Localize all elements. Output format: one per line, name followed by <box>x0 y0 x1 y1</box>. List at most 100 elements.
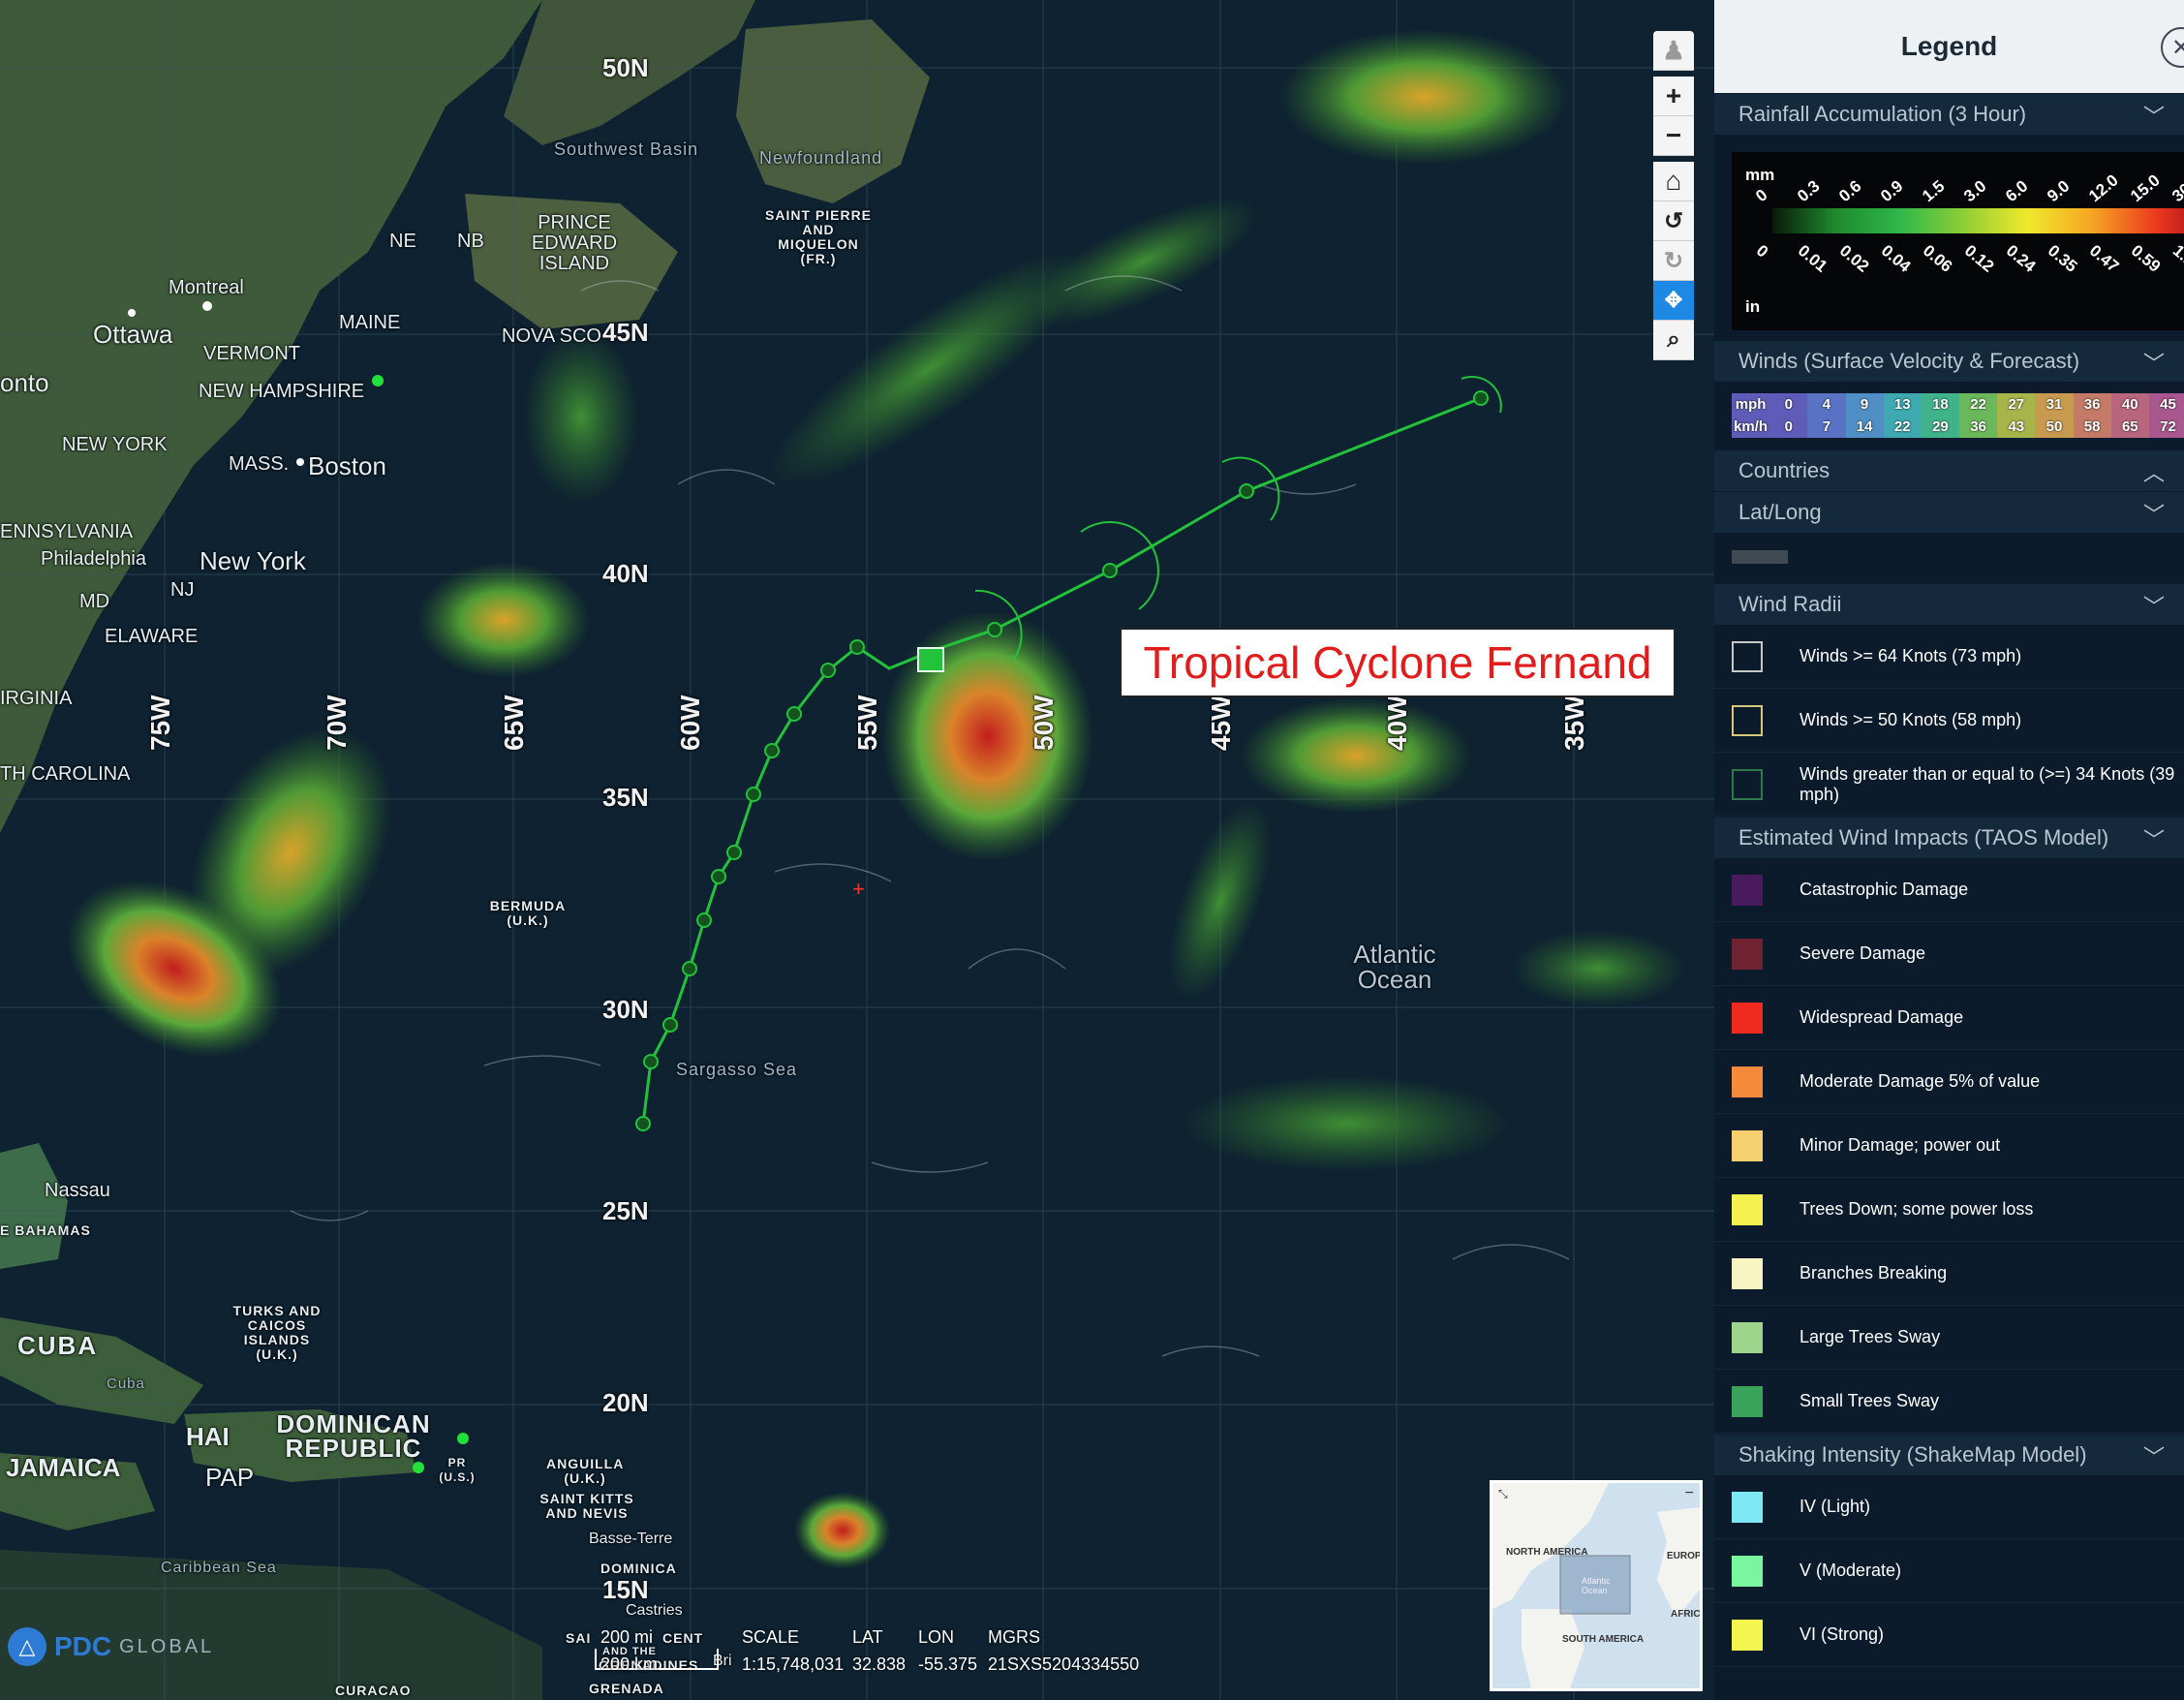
shakemap-item: V (Moderate) <box>1714 1539 2184 1603</box>
rain-in-tick: 0.35 <box>2044 241 2081 276</box>
label-nova-scotia: NOVA SCO <box>502 325 601 347</box>
label-ottawa: Ottawa <box>93 320 173 349</box>
label-mass: MASS. <box>229 453 290 475</box>
taos-swatch <box>1732 1257 1763 1289</box>
pan-icon[interactable]: ✥ <box>1653 281 1694 321</box>
wind-radii-swatch <box>1732 768 1763 800</box>
section-wind-radii-title: Wind Radii <box>1738 592 1842 616</box>
wind-kmh-cell: 22 <box>1883 416 1922 438</box>
label-nj: NJ <box>170 579 195 601</box>
rotate-right-icon[interactable]: ↻ <box>1653 241 1694 281</box>
chevron-down-icon[interactable]: ﹀ <box>2143 823 2165 854</box>
taos-item: Widespread Damage <box>1714 986 2184 1050</box>
rain-mm-tick: 15.0 <box>2127 170 2164 206</box>
lat-label-35n: 35N <box>602 783 649 812</box>
label-n-carolina: TH CAROLINA <box>0 763 131 785</box>
wind-kmh-cell: 29 <box>1921 416 1960 438</box>
label-turks-caicos: TURKS AND CAICOS ISLANDS (U.K.) <box>232 1303 322 1362</box>
lon-readout-label: LON <box>918 1627 955 1647</box>
wind-radii-item: Winds >= 50 Knots (58 mph) <box>1714 689 2184 753</box>
label-md: MD <box>79 591 110 612</box>
label-cuba-small: Cuba <box>107 1375 145 1392</box>
label-cuba: CUBA <box>17 1331 99 1360</box>
label-newfoundland: Newfoundland <box>759 148 883 168</box>
taos-swatch <box>1732 938 1763 970</box>
label-boston: Boston <box>308 451 386 480</box>
label-basse-terre: Basse-Terre <box>589 1530 673 1547</box>
lat-label-50n: 50N <box>602 53 649 82</box>
section-latlong[interactable]: Lat/Long ﹀ <box>1714 491 2184 533</box>
close-icon[interactable]: ✕ <box>2161 27 2184 68</box>
minimap-expand-icon[interactable]: ⤡ <box>1498 1487 1508 1501</box>
zoom-in-icon[interactable]: + <box>1653 77 1694 116</box>
minimap-collapse-icon[interactable]: − <box>1685 1485 1694 1502</box>
section-shakemap-title: Shaking Intensity (ShakeMap Model) <box>1738 1442 2087 1467</box>
wind-mph-row: mph 0 4 9 13 18 22 27 31 36 40 45 <box>1732 393 2184 416</box>
minimap-label-south-america: SOUTH AMERICA <box>1562 1634 1645 1645</box>
shakemap-label: IV (Light) <box>1799 1497 1871 1516</box>
home-icon[interactable]: ⌂ <box>1653 162 1694 201</box>
wind-radii-label: Winds greater than or equal to (>=) 34 K… <box>1799 763 2175 804</box>
lat-readout-value: 32.838 <box>852 1654 907 1674</box>
person-icon[interactable]: ♟ <box>1653 31 1694 71</box>
section-wind-radii[interactable]: Wind Radii ﹀ <box>1714 583 2184 625</box>
legend-title: Legend <box>1900 31 1998 61</box>
wind-mph-cell: 45 <box>2148 393 2184 416</box>
rain-in-tick: 0.24 <box>2002 241 2040 276</box>
section-countries[interactable]: Countries ︿ <box>1714 449 2184 491</box>
lat-label-25n: 25N <box>602 1196 649 1225</box>
taos-label: Catastrophic Damage <box>1799 880 1969 899</box>
lat-label-15n: 15N <box>602 1575 649 1604</box>
shakemap-swatch <box>1732 1619 1763 1651</box>
wind-mph-cell: 22 <box>1959 393 1998 416</box>
wind-kmh-cell: 50 <box>2035 416 2074 438</box>
section-shakemap[interactable]: Shaking Intensity (ShakeMap Model) ﹀ <box>1714 1434 2184 1475</box>
rain-in-tick: 0.01 <box>1794 241 1831 276</box>
chevron-down-icon[interactable]: ﹀ <box>2143 498 2165 529</box>
lat-readout-label: LAT <box>852 1627 883 1647</box>
label-anguilla: ANGUILLA (U.K.) <box>546 1456 625 1486</box>
svg-text:+: + <box>852 877 865 901</box>
zoom-out-icon[interactable]: − <box>1653 116 1694 156</box>
rotate-left-icon[interactable]: ↺ <box>1653 201 1694 241</box>
wind-kmh-cell: 36 <box>1959 416 1998 438</box>
chevron-down-icon[interactable]: ﹀ <box>2143 590 2165 621</box>
label-montreal: Montreal <box>169 277 244 298</box>
lon-label-55w: 55W <box>852 695 882 751</box>
rain-color-ramp <box>1772 208 2184 233</box>
label-vermont: VERMONT <box>203 343 300 364</box>
zoom-box-icon[interactable]: ⌕ <box>1653 321 1694 360</box>
lat-label-20n: 20N <box>602 1388 649 1417</box>
section-taos[interactable]: Estimated Wind Impacts (TAOS Model) ﹀ <box>1714 817 2184 858</box>
label-maine: MAINE <box>339 312 401 333</box>
wind-radii-label: Winds >= 64 Knots (73 mph) <box>1799 646 2022 665</box>
minimap-label-europe: EUROP <box>1667 1551 1702 1561</box>
rain-mm-tick: 30.0 <box>2169 170 2184 206</box>
label-dominica: DOMINICA <box>600 1561 677 1576</box>
wind-mph-cell: 31 <box>2035 393 2074 416</box>
wind-mph-cell: 27 <box>1997 393 2036 416</box>
shakemap-label: V (Moderate) <box>1799 1561 1902 1580</box>
wind-mph-unit: mph <box>1732 393 1770 416</box>
chevron-down-icon[interactable]: ﹀ <box>2143 1440 2165 1471</box>
lat-label-30n: 30N <box>602 995 649 1024</box>
storm-label[interactable]: Tropical Cyclone Fernand <box>1120 628 1676 697</box>
chevron-down-icon[interactable]: ﹀ <box>2143 347 2165 378</box>
rain-mm-tick: 9.0 <box>2044 176 2074 206</box>
rain-in-tick: 0.06 <box>1919 241 1956 276</box>
section-winds[interactable]: Winds (Surface Velocity & Forecast) ﹀ <box>1714 340 2184 382</box>
chevron-up-icon[interactable]: ︿ <box>2143 456 2165 487</box>
wind-radii-item: Winds >= 64 Knots (73 mph) <box>1714 625 2184 689</box>
shakemap-list: IV (Light) V (Moderate) VI (Strong) <box>1714 1475 2184 1667</box>
overview-minimap[interactable]: NORTH AMERICA SOUTH AMERICA EUROP AFRIC … <box>1490 1480 1703 1691</box>
taos-item: Minor Damage; power out <box>1714 1114 2184 1178</box>
rain-mm-label: mm <box>1745 166 1775 184</box>
map-view[interactable]: + 50N 45N 40N 35N 30N 25N 20N 15N 75W 70… <box>0 0 1714 1700</box>
label-ne: NE <box>389 231 416 252</box>
section-rainfall[interactable]: Rainfall Accumulation (3 Hour) ﹀ <box>1714 93 2184 135</box>
chevron-down-icon[interactable]: ﹀ <box>2143 100 2165 131</box>
taos-swatch <box>1732 1321 1763 1353</box>
label-nassau: Nassau <box>45 1180 110 1201</box>
rain-mm-tick: 1.5 <box>1919 176 1949 206</box>
taos-swatch <box>1732 1385 1763 1417</box>
